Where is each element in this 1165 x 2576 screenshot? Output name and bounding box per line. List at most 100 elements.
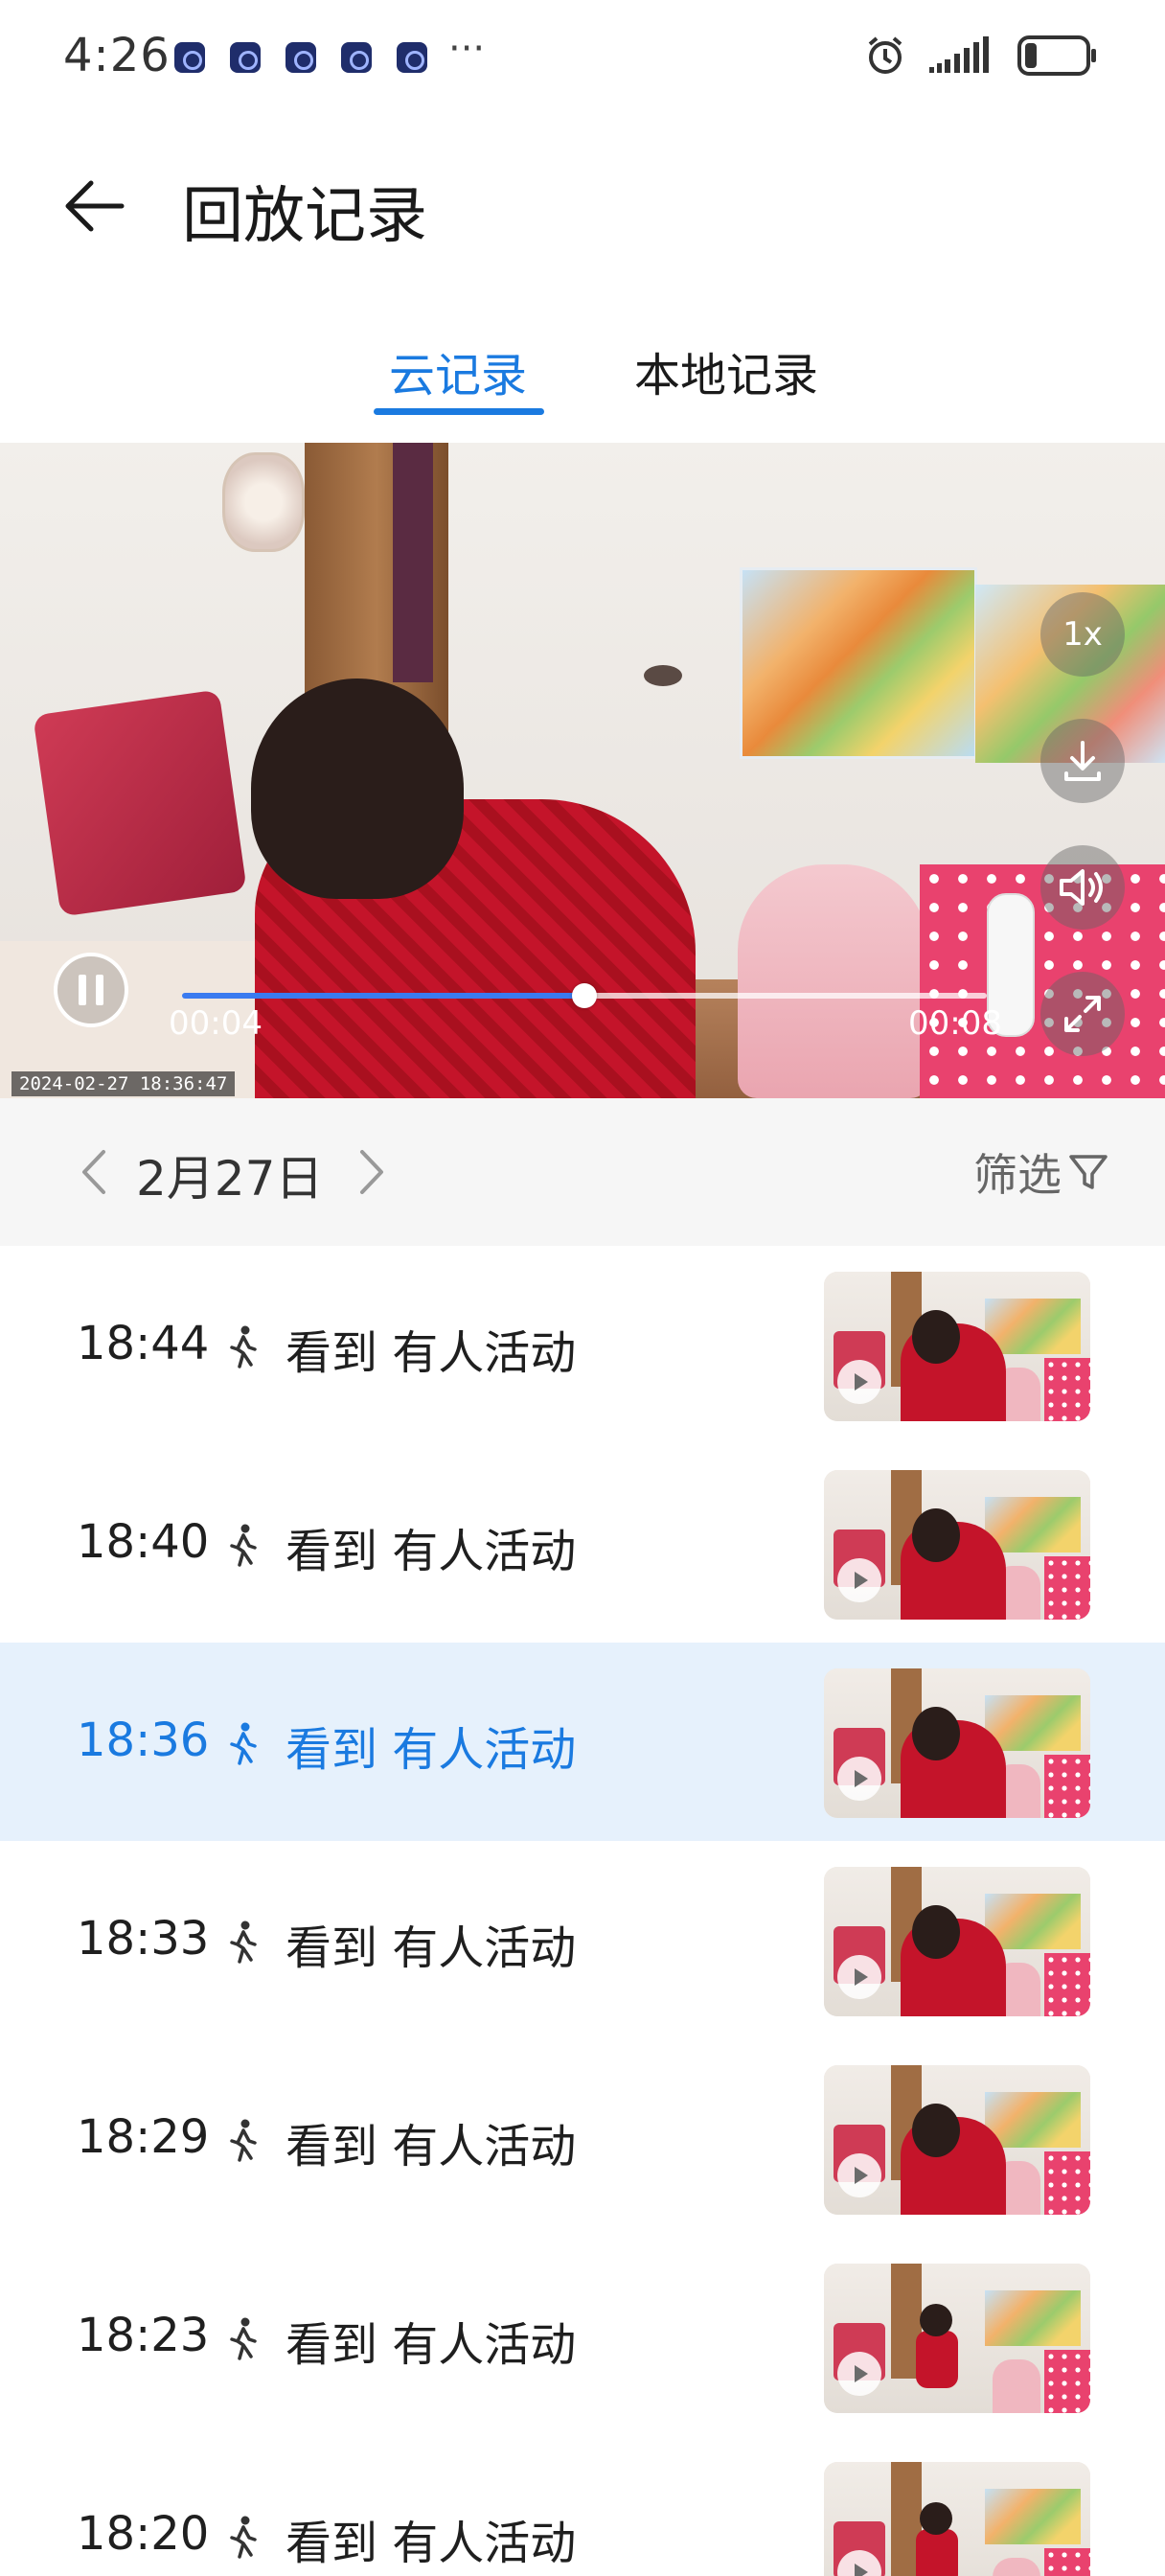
record-time: 18:33: [77, 1912, 210, 1966]
record-thumbnail[interactable]: [824, 2264, 1090, 2413]
fullscreen-button[interactable]: [1040, 972, 1125, 1056]
laptop: [33, 689, 247, 917]
record-list: 18:44 看到 有人活动 18:40 看到 有人活动 18:36 看到 有人活动 18:3…: [0, 1246, 1165, 2576]
record-time: 18:29: [77, 2110, 210, 2164]
record-thumbnail[interactable]: [824, 1668, 1090, 1818]
volume-button[interactable]: [1040, 845, 1125, 930]
play-icon[interactable]: [837, 1558, 881, 1602]
filter-button[interactable]: 筛选: [973, 1140, 1109, 1204]
record-row[interactable]: 18:44 看到 有人活动: [0, 1246, 1165, 1444]
thumbnail-map: [985, 1299, 1081, 1354]
play-icon[interactable]: [837, 1757, 881, 1801]
record-event: 看到 有人活动: [286, 1326, 577, 1380]
wall-map: [740, 567, 977, 759]
thumbnail-person-head: [920, 2502, 952, 2535]
thumbnail-person-head: [920, 2304, 952, 2336]
thumbnail-bed: [1044, 1358, 1090, 1421]
record-event: 看到 有人活动: [286, 2120, 577, 2174]
record-thumbnail[interactable]: [824, 1470, 1090, 1620]
more-notifications-icon: ···: [448, 27, 486, 71]
thumbnail-map: [985, 1695, 1081, 1751]
date-bar: 2月27日 筛选: [0, 1098, 1165, 1246]
record-time: 18:44: [77, 1317, 210, 1370]
pause-icon: [79, 975, 86, 1005]
record-event: 看到 有人活动: [286, 1723, 577, 1777]
app-notification-icon: [397, 42, 427, 73]
record-event: 看到 有人活动: [286, 1525, 577, 1578]
record-row[interactable]: 18:40 看到 有人活动: [0, 1444, 1165, 1643]
record-time: 18:40: [77, 1515, 210, 1569]
play-icon[interactable]: [837, 2153, 881, 2197]
record-thumbnail[interactable]: [824, 2462, 1090, 2576]
wall-decoration: [222, 452, 305, 552]
page-title: 回放记录: [182, 181, 427, 252]
notification-icons: [174, 42, 427, 73]
progress-fill: [182, 993, 584, 999]
thumbnail-bed: [1044, 2151, 1090, 2215]
thumbnail-person: [916, 2529, 958, 2576]
next-date-button[interactable]: [347, 1144, 393, 1200]
video-player[interactable]: 2024-02-27 18:36:47 1x 00:04 00:08: [0, 443, 1165, 1098]
chevron-left-icon: [82, 1150, 105, 1194]
battery-icon: [1017, 35, 1098, 76]
record-time: 18:23: [77, 2309, 210, 2362]
walking-person-icon: [230, 1722, 257, 1765]
thumbnail-person-head: [912, 1508, 960, 1562]
record-thumbnail[interactable]: [824, 1867, 1090, 2016]
tab-cloud-records[interactable]: 云记录: [389, 337, 527, 404]
play-icon[interactable]: [837, 1955, 881, 1999]
progress-thumb[interactable]: [572, 983, 597, 1008]
app-notification-icon: [286, 42, 316, 73]
record-row[interactable]: 18:36 看到 有人活动: [0, 1643, 1165, 1841]
speaker-icon: [1060, 869, 1103, 906]
header: 回放记录: [0, 144, 1165, 259]
progress-bar[interactable]: [182, 983, 987, 1008]
thumbnail-person: [916, 2331, 958, 2388]
pause-icon: [96, 975, 103, 1005]
back-button[interactable]: [57, 172, 130, 240]
record-row[interactable]: 18:33 看到 有人活动: [0, 1841, 1165, 2039]
status-right: [864, 34, 1098, 77]
app-notification-icon: [341, 42, 372, 73]
curtain: [393, 443, 433, 682]
status-time: 4:26: [63, 29, 171, 82]
chevron-right-icon: [360, 1150, 383, 1194]
pause-button[interactable]: [54, 953, 128, 1027]
filter-icon: [1069, 1155, 1108, 1189]
tab-local-records[interactable]: 本地记录: [634, 337, 818, 404]
thumbnail-bed: [1044, 2548, 1090, 2576]
play-icon[interactable]: [837, 2352, 881, 2396]
thumbnail-map: [985, 1894, 1081, 1949]
playback-speed-button[interactable]: 1x: [1040, 592, 1125, 677]
person-head: [251, 678, 464, 899]
walking-person-icon: [230, 1920, 257, 1964]
download-button[interactable]: [1040, 719, 1125, 803]
record-row[interactable]: 18:23 看到 有人活动: [0, 2238, 1165, 2436]
record-time: 18:20: [77, 2507, 210, 2561]
thumbnail-person-head: [912, 1905, 960, 1959]
walking-person-icon: [230, 2317, 257, 2360]
thumbnail-bed: [1044, 1556, 1090, 1620]
download-icon: [1064, 741, 1101, 781]
app-notification-icon: [174, 42, 205, 73]
tab-bar: 云记录 本地记录: [0, 326, 1165, 422]
play-icon[interactable]: [837, 1360, 881, 1404]
thumbnail-map: [985, 2489, 1081, 2544]
signal-icon: [927, 36, 996, 75]
record-time: 18:36: [77, 1714, 210, 1767]
chair: [738, 864, 929, 1098]
thumbnail-bed: [1044, 1953, 1090, 2016]
app-notification-icon: [230, 42, 261, 73]
thumbnail-chair: [993, 2359, 1040, 2413]
thumbnail-bed: [1044, 2350, 1090, 2413]
status-bar: 4:26 ···: [0, 0, 1165, 115]
walking-person-icon: [230, 1524, 257, 1567]
record-row[interactable]: 18:20 看到 有人活动: [0, 2436, 1165, 2576]
record-row[interactable]: 18:29 看到 有人活动: [0, 2039, 1165, 2238]
previous-date-button[interactable]: [73, 1144, 119, 1200]
record-thumbnail[interactable]: [824, 1272, 1090, 1421]
filter-label: 筛选: [973, 1149, 1062, 1201]
thumbnail-map: [985, 1497, 1081, 1552]
record-thumbnail[interactable]: [824, 2065, 1090, 2215]
walking-person-icon: [230, 2516, 257, 2559]
